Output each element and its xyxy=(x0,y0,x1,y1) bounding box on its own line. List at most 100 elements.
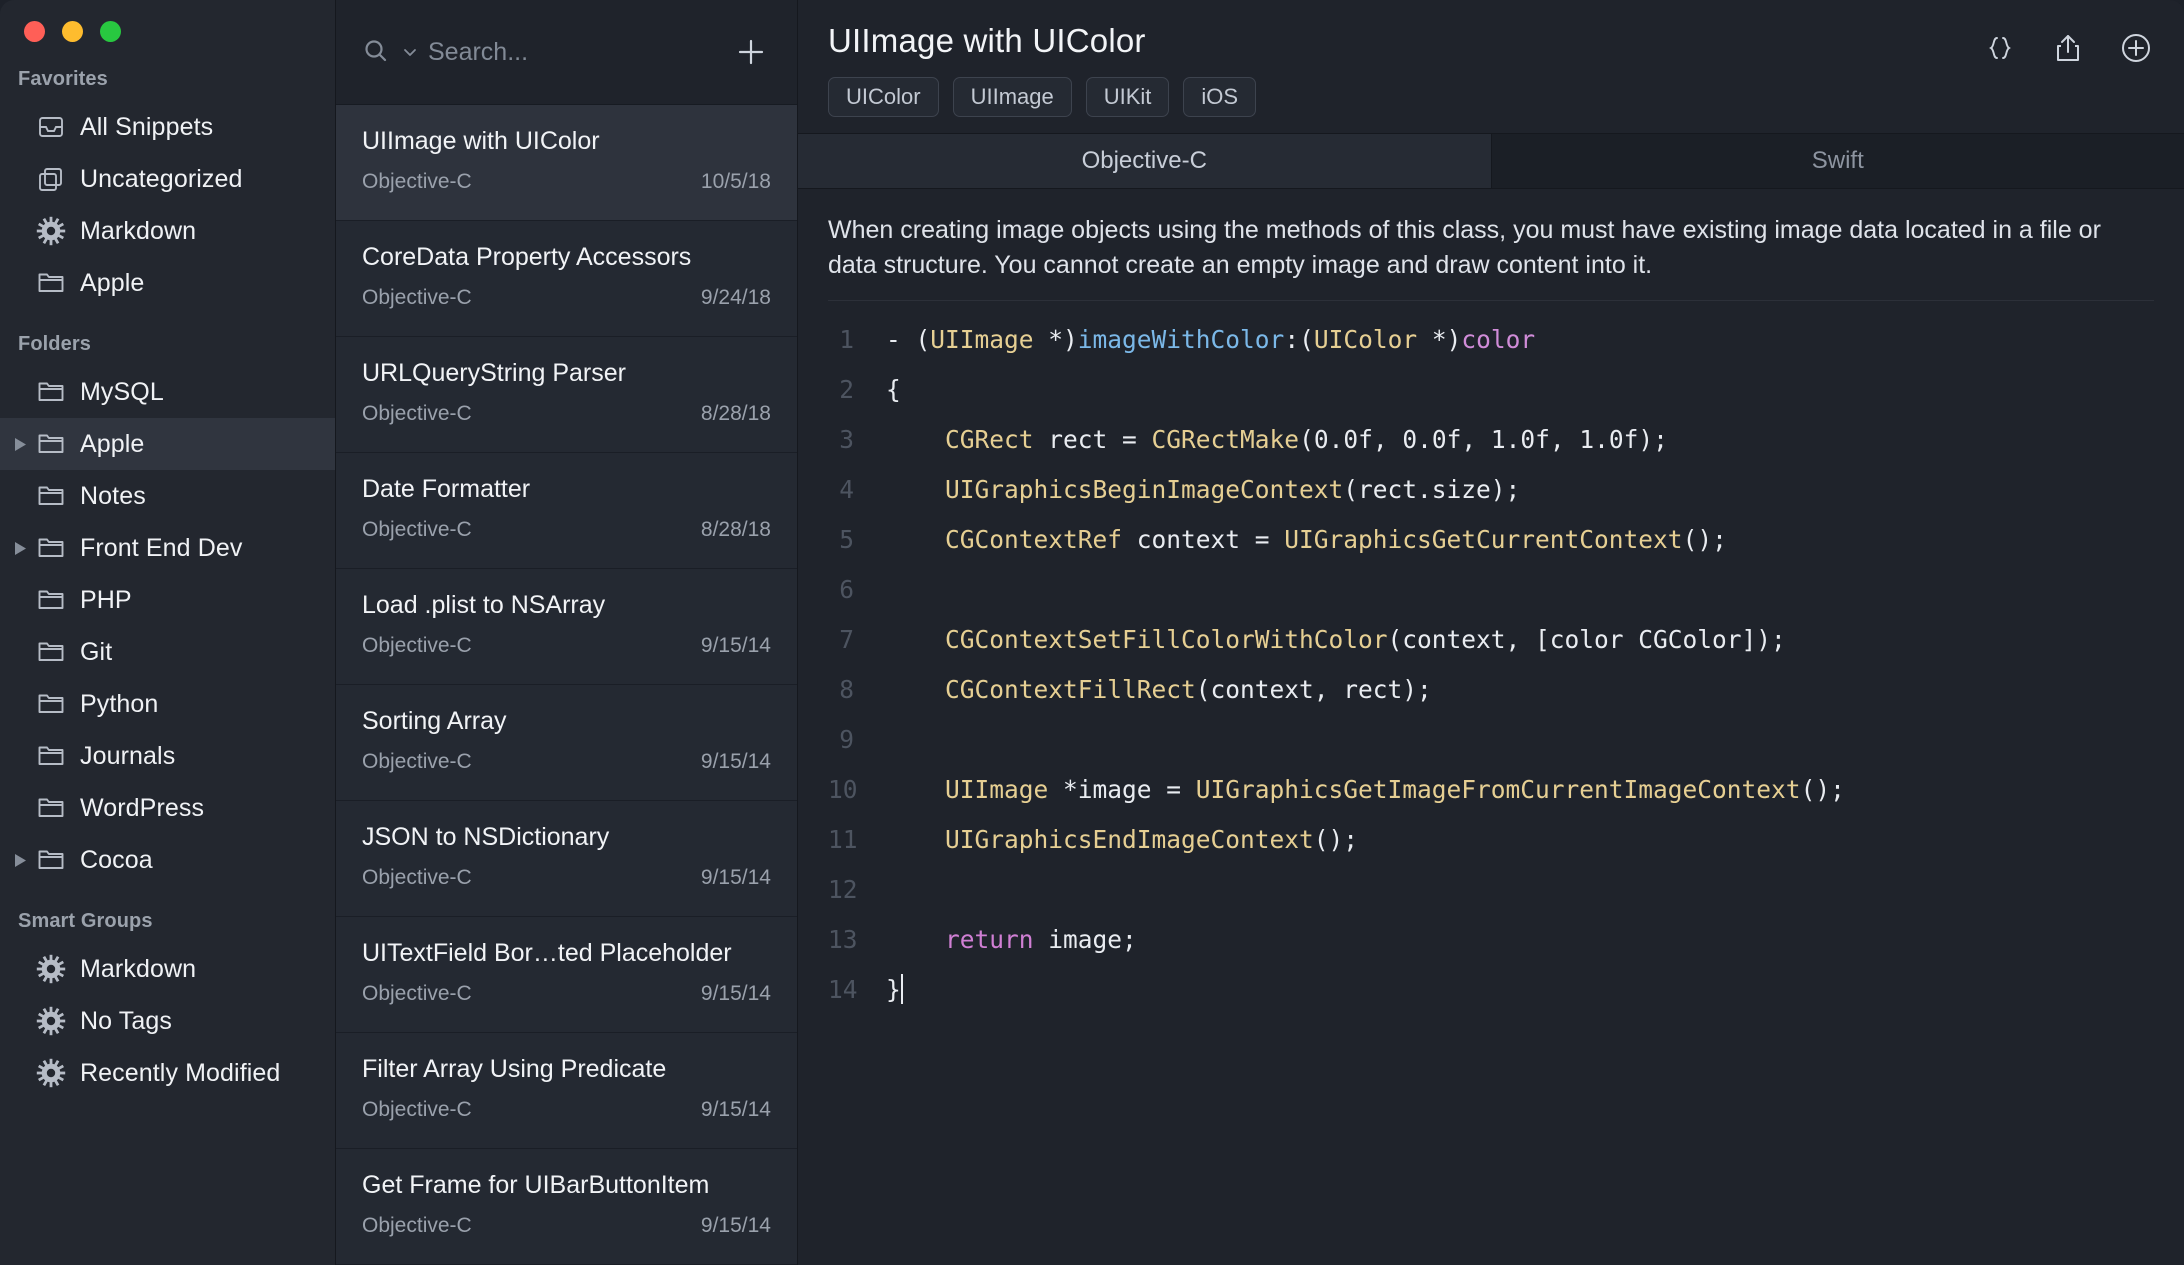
line-number: 7 xyxy=(828,615,886,665)
snippet-language: Objective-C xyxy=(362,634,472,658)
close-button[interactable] xyxy=(24,21,45,42)
sidebar-item-cocoa[interactable]: Cocoa xyxy=(0,834,335,886)
search-bar[interactable]: Search... xyxy=(336,0,797,105)
sidebar-item-python[interactable]: Python xyxy=(0,678,335,730)
tag-chip[interactable]: UIColor xyxy=(828,77,939,117)
gear-icon xyxy=(34,1058,68,1088)
sidebar-item-label: Markdown xyxy=(80,955,196,984)
sidebar-item-php[interactable]: PHP xyxy=(0,574,335,626)
snippet-date: 9/15/14 xyxy=(701,1214,771,1238)
tag-chip[interactable]: iOS xyxy=(1183,77,1256,117)
snippet-description: When creating image objects using the me… xyxy=(798,189,2184,300)
code-token: image; xyxy=(1034,925,1137,954)
snippet-language: Objective-C xyxy=(362,750,472,774)
code-token: CGContextSetFillColorWithColor xyxy=(945,625,1388,654)
tag-chip[interactable]: UIKit xyxy=(1086,77,1170,117)
snippet-date: 9/24/18 xyxy=(701,286,771,310)
sidebar-item-uncategorized[interactable]: Uncategorized xyxy=(0,153,335,205)
snippet-date: 9/15/14 xyxy=(701,866,771,890)
list-item[interactable]: Date FormatterObjective-C8/28/18 xyxy=(336,453,797,569)
line-number: 13 xyxy=(828,915,886,965)
tab-swift[interactable]: Swift xyxy=(1492,134,2184,188)
snippet-language: Objective-C xyxy=(362,402,472,426)
sidebar-item-label: MySQL xyxy=(80,378,164,407)
detail-pane: UIImage with UIColor xyxy=(798,0,2184,1265)
code-token: (context, rect); xyxy=(1196,675,1432,704)
sidebar-section-title: Smart Groups xyxy=(0,904,335,943)
sidebar-item-label: Front End Dev xyxy=(80,534,242,563)
sidebar-item-notes[interactable]: Notes xyxy=(0,470,335,522)
list-item[interactable]: Sorting ArrayObjective-C9/15/14 xyxy=(336,685,797,801)
search-input[interactable]: Search... xyxy=(428,38,731,67)
folder-icon xyxy=(34,637,68,667)
sidebar-item-recently-modified[interactable]: Recently Modified xyxy=(0,1047,335,1099)
code-editor[interactable]: 1- (UIImage *)imageWithColor:(UIColor *)… xyxy=(828,300,2154,1265)
code-token: *) xyxy=(1417,325,1461,354)
add-circle-icon[interactable] xyxy=(2116,28,2156,68)
disclosure-triangle-icon[interactable] xyxy=(6,540,34,557)
disclosure-triangle-icon[interactable] xyxy=(6,852,34,869)
folder-icon xyxy=(34,377,68,407)
sidebar-item-git[interactable]: Git xyxy=(0,626,335,678)
code-token: (); xyxy=(1801,775,1845,804)
snippet-meta: Objective-C9/15/14 xyxy=(362,1098,771,1122)
add-snippet-button[interactable] xyxy=(731,32,771,72)
folder-icon xyxy=(34,845,68,875)
code-token: :( xyxy=(1284,325,1314,354)
sidebar-item-apple[interactable]: Apple xyxy=(0,418,335,470)
detail-header: UIImage with UIColor xyxy=(798,0,2184,133)
code-line: 10 UIImage *image = UIGraphicsGetImageFr… xyxy=(828,765,2154,815)
code-token: (); xyxy=(1314,825,1358,854)
list-item[interactable]: CoreData Property AccessorsObjective-C9/… xyxy=(336,221,797,337)
braces-icon[interactable] xyxy=(1980,28,2020,68)
stack-icon xyxy=(34,164,68,194)
sidebar-item-front-end-dev[interactable]: Front End Dev xyxy=(0,522,335,574)
list-item[interactable]: Load .plist to NSArrayObjective-C9/15/14 xyxy=(336,569,797,685)
code-token: UIGraphicsEndImageContext xyxy=(945,825,1314,854)
list-item[interactable]: Filter Array Using PredicateObjective-C9… xyxy=(336,1033,797,1149)
sidebar-item-all-snippets[interactable]: All Snippets xyxy=(0,101,335,153)
code-token: CGContextFillRect xyxy=(945,675,1196,704)
disclosure-triangle-icon[interactable] xyxy=(6,436,34,453)
sidebar-section-gap xyxy=(0,886,335,904)
code-line-text: } xyxy=(886,965,903,1015)
sidebar-item-markdown[interactable]: Markdown xyxy=(0,943,335,995)
code-line: 1- (UIImage *)imageWithColor:(UIColor *)… xyxy=(828,315,2154,365)
gear-icon xyxy=(34,1006,68,1036)
folder-icon xyxy=(34,268,68,298)
sidebar-item-mysql[interactable]: MySQL xyxy=(0,366,335,418)
code-line: 14} xyxy=(828,965,2154,1015)
sidebar-item-apple[interactable]: Apple xyxy=(0,257,335,309)
code-token: (context, [color CGColor]); xyxy=(1388,625,1786,654)
code-line-text: - (UIImage *)imageWithColor:(UIColor *)c… xyxy=(886,315,1535,365)
minimize-button[interactable] xyxy=(62,21,83,42)
sidebar-item-markdown[interactable]: Markdown xyxy=(0,205,335,257)
app-window: FavoritesAll SnippetsUncategorizedMarkdo… xyxy=(0,0,2184,1265)
list-item[interactable]: URLQueryString ParserObjective-C8/28/18 xyxy=(336,337,797,453)
snippet-date: 9/15/14 xyxy=(701,750,771,774)
folder-icon xyxy=(34,793,68,823)
chevron-down-icon[interactable] xyxy=(402,44,418,60)
code-token: CGContextRef xyxy=(945,525,1122,554)
sidebar-item-wordpress[interactable]: WordPress xyxy=(0,782,335,834)
list-item[interactable]: JSON to NSDictionaryObjective-C9/15/14 xyxy=(336,801,797,917)
sidebar-item-no-tags[interactable]: No Tags xyxy=(0,995,335,1047)
code-token: (0.0f, 0.0f, 1.0f, 1.0f); xyxy=(1299,425,1668,454)
sidebar-item-label: Uncategorized xyxy=(80,165,243,194)
code-token: UIImage xyxy=(945,775,1048,804)
code-line: 13 return image; xyxy=(828,915,2154,965)
list-item[interactable]: UITextField Bor…ted PlaceholderObjective… xyxy=(336,917,797,1033)
snippet-language: Objective-C xyxy=(362,982,472,1006)
tab-objective-c[interactable]: Objective-C xyxy=(798,134,1492,188)
line-number: 8 xyxy=(828,665,886,715)
tag-chip[interactable]: UIImage xyxy=(953,77,1072,117)
maximize-button[interactable] xyxy=(100,21,121,42)
page-title: UIImage with UIColor xyxy=(828,22,2154,60)
share-icon[interactable] xyxy=(2048,28,2088,68)
line-number: 12 xyxy=(828,865,886,915)
sidebar-item-journals[interactable]: Journals xyxy=(0,730,335,782)
list-item[interactable]: UIImage with UIColorObjective-C10/5/18 xyxy=(336,105,797,221)
list-item[interactable]: Get Frame for UIBarButtonItemObjective-C… xyxy=(336,1149,797,1265)
code-line: 3 CGRect rect = CGRectMake(0.0f, 0.0f, 1… xyxy=(828,415,2154,465)
sidebar-section-gap xyxy=(0,309,335,327)
